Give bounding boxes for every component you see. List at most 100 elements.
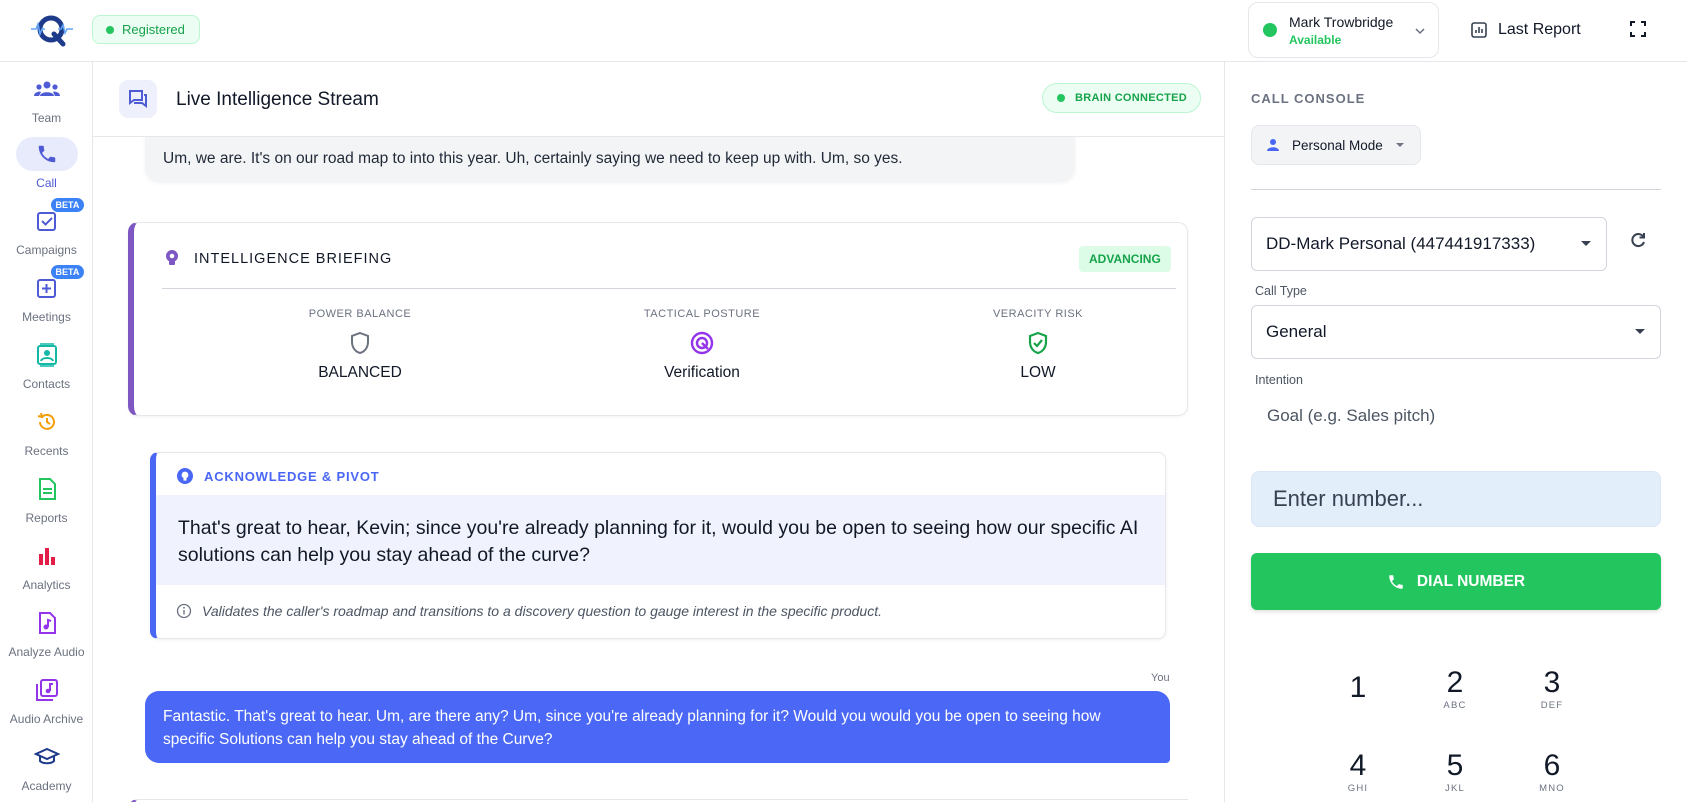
stream-header: Live Intelligence Stream BRAIN CONNECTED xyxy=(93,62,1224,137)
pivot-suggestion: That's great to hear, Kevin; since you'r… xyxy=(156,495,1165,585)
registered-label: Registered xyxy=(122,22,185,37)
metric-label: TACTICAL POSTURE xyxy=(643,308,761,320)
sidebar-item-contacts[interactable]: Contacts xyxy=(0,338,93,400)
intention-input[interactable]: Goal (e.g. Sales pitch) xyxy=(1267,406,1435,426)
caret-down-icon xyxy=(1635,329,1645,334)
metric-value: Verification xyxy=(664,364,740,381)
key-digit: 1 xyxy=(1349,671,1367,704)
sidebar-item-label: Analytics xyxy=(22,578,71,592)
shield-outline-icon xyxy=(347,330,373,356)
info-icon xyxy=(176,603,192,619)
key-digit: 5 xyxy=(1446,749,1464,782)
metric-value: LOW xyxy=(1020,364,1056,381)
sidebar: Team Call BETA Campaigns BETA Meetings C… xyxy=(0,62,93,802)
dial-label: DIAL NUMBER xyxy=(1416,572,1526,590)
caret-down-icon xyxy=(1395,143,1404,147)
phone-icon xyxy=(15,137,78,171)
metric-label: VERACITY RISK xyxy=(992,308,1084,320)
console-divider xyxy=(1251,189,1661,190)
key-digit: 6 xyxy=(1543,749,1561,782)
key-letters: GHI xyxy=(1347,783,1369,794)
call-console-panel: CALL CONSOLE Personal Mode DD-Mark Perso… xyxy=(1224,62,1687,802)
status-dot xyxy=(106,25,114,34)
registered-status-badge: Registered xyxy=(92,15,200,44)
user-message-bubble: Fantastic. That's great to hear. Um, are… xyxy=(145,691,1170,763)
chat-forum-icon xyxy=(119,80,157,118)
target-icon xyxy=(689,330,715,356)
fullscreen-icon[interactable] xyxy=(1628,19,1648,39)
power-balance-metric: POWER BALANCE BALANCED xyxy=(240,308,480,382)
line-select[interactable]: DD-Mark Personal (447441917333) xyxy=(1251,217,1607,271)
refresh-icon[interactable] xyxy=(1628,230,1648,250)
keypad-key-4[interactable]: 4 GHI xyxy=(1328,749,1388,795)
live-stream-panel: Um, we are. It's on our road map to into… xyxy=(93,62,1224,802)
key-letters: DEF xyxy=(1540,700,1564,711)
sidebar-item-reports[interactable]: Reports xyxy=(0,472,93,534)
shield-check-icon xyxy=(1025,330,1051,356)
last-report-label: Last Report xyxy=(1498,21,1581,38)
keypad-key-3[interactable]: 3 DEF xyxy=(1522,666,1582,712)
sidebar-item-audio-archive[interactable]: Audio Archive xyxy=(0,673,93,735)
sidebar-item-label: Meetings xyxy=(22,310,71,324)
sidebar-item-analyze-audio[interactable]: Analyze Audio xyxy=(0,606,93,668)
chevron-down-icon xyxy=(1415,28,1425,35)
call-type-select[interactable]: General xyxy=(1251,305,1661,359)
status-dot xyxy=(1057,94,1065,102)
console-label: CALL CONSOLE xyxy=(1251,91,1366,106)
keypad-key-1[interactable]: 1 xyxy=(1328,672,1388,705)
app-logo-icon[interactable] xyxy=(30,12,74,48)
report-document-icon xyxy=(16,472,78,506)
sidebar-item-meetings[interactable]: BETA Meetings xyxy=(0,264,93,333)
beta-badge: BETA xyxy=(49,197,86,213)
sidebar-item-campaigns[interactable]: BETA Campaigns xyxy=(0,197,93,266)
user-status-dropdown[interactable]: Mark Trowbridge Available xyxy=(1248,2,1439,58)
phone-icon xyxy=(1389,574,1403,589)
sidebar-item-label: Academy xyxy=(21,779,72,793)
sidebar-item-label: Contacts xyxy=(22,377,71,391)
sidebar-item-academy[interactable]: Academy xyxy=(0,740,93,802)
intention-label: Intention xyxy=(1255,373,1303,387)
metric-value: BALANCED xyxy=(318,364,402,381)
briefing-divider xyxy=(162,288,1176,289)
mode-label: Personal Mode xyxy=(1292,137,1383,153)
dial-number-button[interactable]: DIAL NUMBER xyxy=(1251,553,1661,610)
line-select-value: DD-Mark Personal (447441917333) xyxy=(1266,234,1536,253)
team-icon xyxy=(16,72,78,106)
availability-dot xyxy=(1263,23,1277,37)
pivot-title: ACKNOWLEDGE & PIVOT xyxy=(204,468,380,484)
pivot-note-text: Validates the caller's roadmap and trans… xyxy=(202,603,882,619)
user-name: Mark Trowbridge xyxy=(1289,13,1394,30)
sidebar-item-team[interactable]: Team xyxy=(0,72,93,134)
sidebar-item-recents[interactable]: Recents xyxy=(0,405,93,467)
advancing-badge: ADVANCING xyxy=(1079,246,1171,272)
sidebar-item-label: Call xyxy=(36,176,57,190)
brain-status-label: BRAIN CONNECTED xyxy=(1075,92,1188,104)
tactical-posture-metric: TACTICAL POSTURE Verification xyxy=(582,308,822,382)
intelligence-briefing-card: INTELLIGENCE BRIEFING ADVANCING POWER BA… xyxy=(128,222,1188,416)
keypad-key-5[interactable]: 5 JKL xyxy=(1425,749,1485,795)
pivot-rationale: Validates the caller's roadmap and trans… xyxy=(176,603,882,619)
sidebar-item-label: Recents xyxy=(24,444,69,458)
personal-mode-dropdown[interactable]: Personal Mode xyxy=(1251,125,1421,165)
audio-file-icon xyxy=(16,606,78,640)
sidebar-item-label: Audio Archive xyxy=(9,712,84,726)
metric-label: POWER BALANCE xyxy=(308,308,412,320)
user-availability: Available xyxy=(1289,32,1342,47)
acknowledge-pivot-card: ACKNOWLEDGE & PIVOT That's great to hear… xyxy=(150,452,1166,639)
key-digit: 3 xyxy=(1543,666,1561,699)
keypad-key-6[interactable]: 6 MNO xyxy=(1522,749,1582,795)
phone-number-input[interactable]: Enter number... xyxy=(1251,471,1661,527)
library-music-icon xyxy=(16,673,78,707)
call-type-label: Call Type xyxy=(1255,284,1307,298)
key-digit: 4 xyxy=(1349,749,1367,782)
sidebar-item-analytics[interactable]: Analytics xyxy=(0,539,93,601)
veracity-risk-metric: VERACITY RISK LOW xyxy=(918,308,1158,382)
sidebar-item-label: Campaigns xyxy=(16,243,77,257)
last-report-button[interactable]: Last Report xyxy=(1470,16,1581,44)
report-chart-icon xyxy=(1471,22,1487,38)
keypad-key-2[interactable]: 2 ABC xyxy=(1425,666,1485,712)
key-digit: 2 xyxy=(1446,666,1464,699)
sidebar-item-label: Analyze Audio xyxy=(8,645,85,659)
top-bar: Registered Mark Trowbridge Available Las… xyxy=(0,0,1687,62)
sidebar-item-call[interactable]: Call xyxy=(0,137,93,199)
